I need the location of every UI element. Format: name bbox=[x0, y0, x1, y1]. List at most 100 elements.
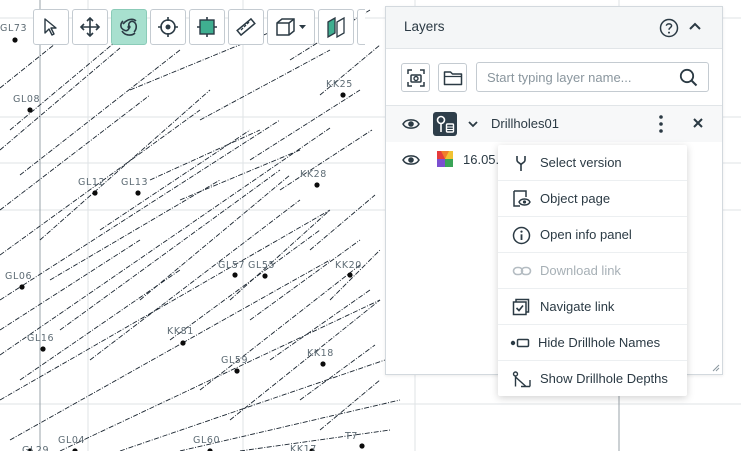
menu-item-open-info-panel[interactable]: Open info panel bbox=[498, 217, 687, 253]
menu-item-label: Navigate link bbox=[540, 299, 615, 314]
drillhole-collars bbox=[12, 37, 365, 451]
screenshot-button[interactable] bbox=[401, 63, 430, 92]
drillhole-depth-icon bbox=[512, 371, 531, 388]
layer-name: Drillholes01 bbox=[491, 116, 559, 131]
drillhole-collar bbox=[359, 443, 365, 449]
drillhole-trace bbox=[319, 379, 381, 431]
drillhole-trace bbox=[139, 174, 291, 301]
orbit-tool-button[interactable] bbox=[111, 9, 147, 45]
kebab-menu-icon[interactable] bbox=[657, 114, 665, 134]
drillhole-trace bbox=[249, 89, 361, 161]
drillhole-collar bbox=[27, 107, 33, 113]
drillhole-label: KK81 bbox=[167, 326, 194, 337]
menu-item-label: Hide Drillhole Names bbox=[538, 335, 661, 350]
drillhole-collar bbox=[19, 284, 25, 290]
drillhole-label: KK18 bbox=[307, 348, 334, 359]
close-icon[interactable] bbox=[692, 117, 704, 129]
menu-item-download-link[interactable]: Download link bbox=[498, 253, 687, 289]
drillhole-label: T7 bbox=[344, 431, 358, 442]
menu-item-object-page[interactable]: Object page bbox=[498, 181, 687, 217]
chevron-up-icon[interactable] bbox=[687, 19, 703, 35]
drillhole-collar bbox=[135, 190, 141, 196]
drillhole-label: GL16 bbox=[27, 333, 54, 344]
crosshair-target-icon bbox=[158, 17, 178, 37]
drillhole-collar bbox=[12, 37, 18, 43]
measure-tool-button[interactable] bbox=[228, 9, 264, 45]
drillhole-trace bbox=[0, 209, 331, 401]
layer-search-row bbox=[386, 49, 722, 106]
cursor-arrow-icon bbox=[44, 18, 57, 36]
drillhole-trace bbox=[309, 194, 376, 251]
eye-icon[interactable] bbox=[402, 117, 420, 131]
layers-panel-header: Layers bbox=[386, 7, 722, 49]
navigate-link-icon bbox=[512, 298, 530, 316]
drillhole-collar bbox=[262, 273, 268, 279]
drillhole-trace bbox=[279, 129, 373, 191]
drillhole-trace bbox=[199, 49, 331, 121]
open-folder-button[interactable] bbox=[438, 63, 467, 92]
drillhole-traces bbox=[0, 9, 401, 451]
hide-names-icon bbox=[510, 338, 530, 348]
drillhole-layer-icon bbox=[433, 112, 457, 136]
ruler-icon bbox=[236, 17, 256, 37]
layer-row-drillholes[interactable]: Drillholes01 bbox=[386, 106, 722, 142]
drillhole-label: GL13 bbox=[121, 177, 148, 188]
menu-item-label: Select version bbox=[540, 155, 622, 170]
help-circle-icon[interactable] bbox=[659, 18, 679, 38]
drillhole-collar bbox=[314, 182, 320, 188]
drillhole-label: GL55 bbox=[248, 260, 275, 271]
drillhole-trace bbox=[59, 299, 381, 451]
panel-title: Layers bbox=[404, 19, 445, 34]
target-tool-button[interactable] bbox=[150, 9, 186, 45]
drillhole-label: KK28 bbox=[300, 169, 327, 180]
drillhole-trace bbox=[229, 209, 331, 301]
view-cube-dropdown-button[interactable] bbox=[267, 9, 315, 45]
app-viewport: GL73 GL08 GL12 GL13 GL06 GL16 GL57 GL55 GL59 GL60… bbox=[0, 0, 741, 451]
drillhole-collar bbox=[320, 361, 326, 367]
camera-frame-icon bbox=[406, 68, 425, 87]
layer-search-input[interactable] bbox=[487, 63, 667, 91]
rotate-orbit-icon bbox=[120, 18, 138, 36]
drillhole-trace bbox=[179, 149, 301, 201]
drillhole-collar bbox=[340, 92, 346, 98]
drillhole-trace bbox=[0, 94, 151, 211]
layer-search-box bbox=[476, 62, 709, 92]
menu-item-select-version[interactable]: Select version bbox=[498, 145, 687, 181]
menu-item-hide-drillhole-names[interactable]: Hide Drillhole Names bbox=[498, 325, 687, 361]
chevron-down-icon[interactable] bbox=[466, 117, 480, 131]
menu-item-label: Download link bbox=[540, 263, 621, 278]
select-tool-button[interactable] bbox=[33, 9, 69, 45]
menu-item-navigate-link[interactable]: Navigate link bbox=[498, 289, 687, 325]
section-planes-icon bbox=[327, 16, 345, 39]
drillhole-trace bbox=[169, 229, 321, 341]
drillhole-trace bbox=[39, 89, 211, 241]
drillhole-label: GL73 bbox=[0, 23, 27, 34]
drillhole-collar bbox=[92, 190, 98, 196]
drillhole-collar bbox=[347, 272, 353, 278]
resize-grip-icon[interactable] bbox=[710, 362, 720, 372]
drillhole-trace bbox=[9, 37, 121, 131]
frame-tool-button[interactable] bbox=[189, 9, 225, 45]
version-branch-icon bbox=[516, 156, 526, 171]
section-tool-button[interactable] bbox=[318, 9, 354, 45]
drillhole-collar bbox=[234, 368, 240, 374]
menu-item-label: Object page bbox=[540, 191, 611, 206]
map-toolbar bbox=[33, 9, 365, 47]
drillhole-trace bbox=[329, 249, 381, 301]
drillhole-label: KK20 bbox=[335, 260, 362, 271]
drillhole-label: GL29 bbox=[22, 445, 49, 451]
search-icon[interactable] bbox=[679, 68, 698, 87]
drillhole-label: KK25 bbox=[326, 79, 353, 90]
cube-dropdown-icon bbox=[276, 18, 306, 36]
link-icon bbox=[512, 266, 532, 276]
drillhole-label: GL59 bbox=[221, 355, 248, 366]
drillhole-label: GL12 bbox=[78, 177, 105, 188]
object-page-icon bbox=[513, 190, 531, 207]
move-arrows-icon bbox=[79, 16, 101, 38]
layer-context-menu: Select version Object page Open info pan… bbox=[498, 145, 687, 396]
menu-item-show-drillhole-depths[interactable]: Show Drillhole Depths bbox=[498, 361, 687, 397]
pan-tool-button[interactable] bbox=[72, 9, 108, 45]
toolbar-overflow-button[interactable] bbox=[357, 9, 365, 45]
drillhole-trace bbox=[0, 39, 61, 89]
eye-icon[interactable] bbox=[402, 153, 420, 167]
